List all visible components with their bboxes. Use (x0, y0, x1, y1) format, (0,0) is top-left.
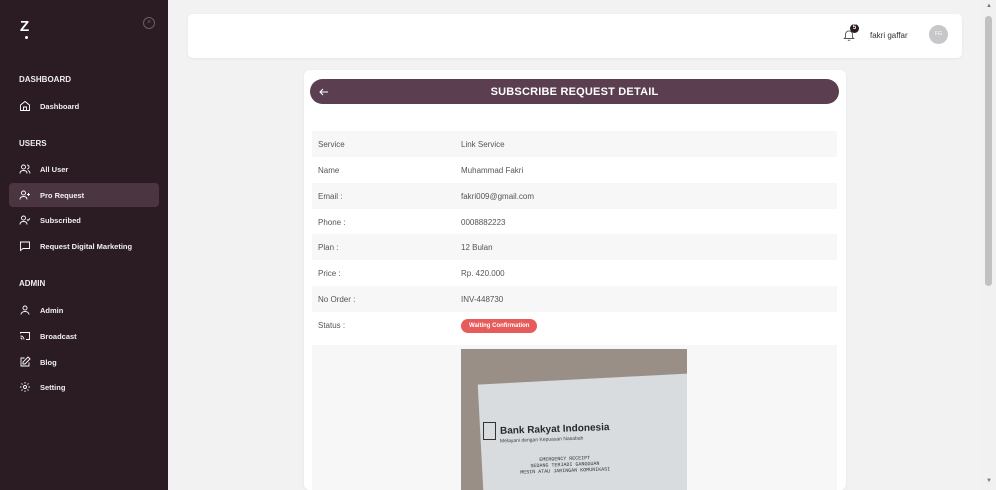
detail-row-order: No Order : INV-448730 (312, 286, 837, 312)
user-plus-icon (19, 189, 31, 201)
section-title-dashboard: DASHBOARD (19, 75, 71, 84)
sidebar-item-label: Pro Request (40, 190, 85, 200)
row-label: Name (318, 166, 340, 175)
home-icon (19, 100, 31, 112)
user-check-icon (19, 214, 31, 226)
detail-row-phone: Phone : 0008882223 (312, 209, 837, 235)
detail-row-email: Email : fakri009@gmail.com (312, 183, 837, 209)
page-title: SUBSCRIBE REQUEST DETAIL (490, 86, 659, 98)
row-label: Price : (318, 269, 341, 278)
sidebar-item-admin[interactable]: Admin (9, 298, 159, 322)
sidebar-item-pro-request[interactable]: Pro Request (9, 183, 159, 207)
row-label: Email : (318, 192, 343, 201)
scroll-up-icon[interactable]: ▲ (985, 3, 993, 9)
logo-dot (25, 36, 28, 39)
notification-badge: 5 (850, 24, 859, 33)
section-title-admin: ADMIN (19, 279, 46, 288)
row-value: Rp. 420.000 (461, 269, 505, 278)
detail-row-name: Name Muhammad Fakri (312, 157, 837, 183)
row-value: 0008882223 (461, 218, 506, 227)
scrollbar[interactable]: ▲ ▼ (982, 0, 996, 490)
sidebar-item-all-user[interactable]: All User (9, 157, 159, 181)
gear-icon (19, 381, 31, 393)
status-badge: Waiting Confirmation (461, 319, 538, 333)
row-value: 12 Bulan (461, 243, 493, 252)
scroll-thumb[interactable] (985, 16, 992, 286)
sidebar-item-label: Request Digital Marketing (40, 241, 133, 251)
sidebar-item-dashboard[interactable]: Dashboard (9, 94, 159, 118)
row-value: INV-448730 (461, 295, 504, 304)
sidebar-item-label: Setting (40, 382, 66, 392)
row-label: No Order : (318, 295, 356, 304)
detail-row-price: Price : Rp. 420.000 (312, 260, 837, 286)
sidebar-item-label: Admin (40, 305, 64, 315)
row-value: Link Service (461, 140, 505, 149)
sidebar-item-label: Blog (40, 357, 57, 367)
row-label: Phone : (318, 218, 346, 227)
row-label: Plan : (318, 243, 339, 252)
users-icon (19, 163, 31, 175)
cast-icon (19, 330, 31, 342)
edit-icon (19, 356, 31, 368)
sidebar-item-subscribed[interactable]: Subscribed (9, 208, 159, 232)
message-square-icon (19, 240, 31, 252)
section-title-users: USERS (19, 139, 47, 148)
detail-row-service: Service Link Service (312, 131, 837, 157)
sidebar-item-broadcast[interactable]: Broadcast (9, 324, 159, 348)
detail-header: SUBSCRIBE REQUEST DETAIL (310, 79, 839, 104)
sidebar-item-label: Dashboard (40, 101, 80, 111)
scroll-down-icon[interactable]: ▼ (985, 478, 993, 484)
row-label: Status : (318, 321, 346, 330)
sidebar-item-setting[interactable]: Setting (9, 375, 159, 399)
sidebar-item-label: Broadcast (40, 331, 77, 341)
bank-logo-icon (483, 422, 496, 440)
detail-row-plan: Plan : 12 Bulan (312, 234, 837, 260)
close-circle-icon[interactable]: × (143, 17, 155, 29)
row-label: Service (318, 140, 345, 149)
user-name[interactable]: fakri gaffar (870, 31, 908, 40)
sidebar-item-label: Subscribed (40, 215, 81, 225)
sidebar-item-blog[interactable]: Blog (9, 350, 159, 374)
row-value: Muhammad Fakri (461, 166, 524, 175)
sidebar-item-label: All User (40, 164, 69, 174)
user-icon (19, 304, 31, 316)
app-logo[interactable]: Z (20, 18, 30, 35)
row-value: fakri009@gmail.com (461, 192, 535, 201)
sidebar-item-request-digital-marketing[interactable]: Request Digital Marketing (9, 234, 159, 258)
sidebar: Z × DASHBOARD Dashboard USERS All User P… (0, 0, 168, 490)
detail-row-status: Status : Waiting Confirmation (312, 312, 837, 342)
avatar[interactable]: FG (929, 25, 948, 44)
